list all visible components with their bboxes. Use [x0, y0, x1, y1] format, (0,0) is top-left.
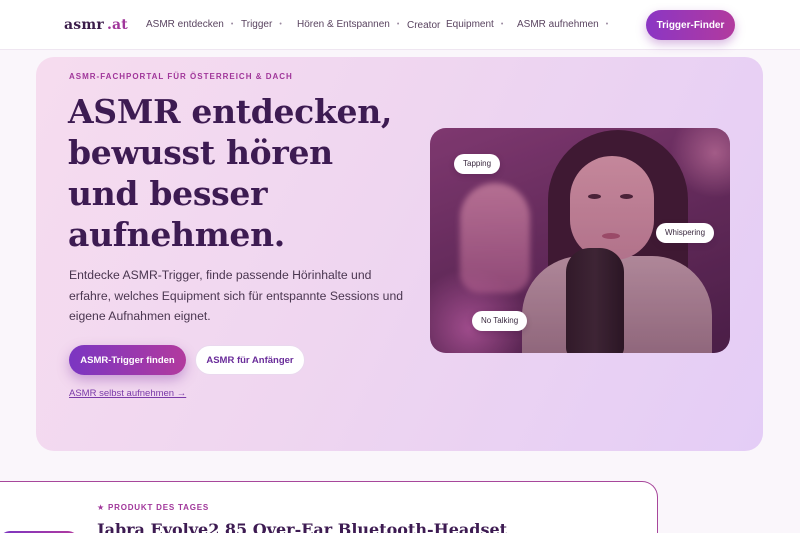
- record-asmr-link[interactable]: ASMR selbst aufnehmen →: [69, 388, 186, 399]
- dropdown-icon: •: [279, 21, 282, 28]
- tag-whispering: Whispering: [656, 223, 715, 243]
- dropdown-icon: •: [500, 21, 504, 28]
- beginners-button[interactable]: ASMR für Anfänger: [195, 345, 305, 375]
- headline-line: und besser: [68, 174, 268, 213]
- nav-label: Trigger: [241, 19, 273, 30]
- product-eyebrow: ★ PRODUKT DES TAGES: [97, 503, 210, 512]
- nav-label: Creator: [407, 20, 441, 31]
- nav-item-equipment[interactable]: Equipment •: [446, 19, 503, 30]
- site-header: asmr .at ASMR entdecken • Trigger • Hören &…: [0, 0, 800, 50]
- find-triggers-button[interactable]: ASMR-Trigger finden: [69, 345, 186, 375]
- hero-intro: Entdecke ASMR-Trigger, finde passende Hö…: [69, 268, 403, 323]
- nav-label: Equipment: [446, 19, 494, 30]
- headline-line: ASMR entdecken,: [68, 92, 393, 131]
- product-of-the-day-card[interactable]: ★ PRODUKT DES TAGES Jabra Evolve2 85 Ove…: [0, 481, 658, 533]
- product-title[interactable]: Jabra Evolve2 85 Over-Ear Bluetooth-Head…: [97, 520, 507, 533]
- nav-item-creator[interactable]: Creator: [407, 20, 440, 31]
- dropdown-icon: •: [396, 21, 400, 28]
- nav-item-hoeren-entspannen[interactable]: Hören & Entspannen •: [297, 19, 399, 30]
- hero-headline: ASMR entdecken, bewusst hören und besser…: [68, 91, 428, 255]
- hero-section: ASMR-FACHPORTAL FÜR ÖSTERREICH & DACH AS…: [36, 57, 763, 451]
- tag-no-talking: No Talking: [472, 311, 528, 331]
- dropdown-icon: •: [230, 21, 234, 28]
- dropdown-icon: •: [605, 21, 609, 28]
- nav-label: ASMR entdecken: [146, 19, 224, 30]
- headline-line: bewusst hören: [68, 133, 333, 172]
- logo-tld: .at: [106, 17, 128, 33]
- trigger-finder-button[interactable]: Trigger-Finder: [646, 10, 735, 40]
- nav-item-asmr-aufnehmen[interactable]: ASMR aufnehmen •: [517, 19, 608, 30]
- hero-eyebrow: ASMR-FACHPORTAL FÜR ÖSTERREICH & DACH: [69, 72, 293, 81]
- nav-item-asmr-entdecken[interactable]: ASMR entdecken •: [146, 19, 233, 30]
- nav-label: Hören & Entspannen: [297, 19, 390, 30]
- nav-item-trigger[interactable]: Trigger •: [241, 19, 282, 30]
- headline-line: aufnehmen.: [68, 215, 285, 254]
- tag-tapping: Tapping: [454, 154, 501, 174]
- nav-label: ASMR aufnehmen: [517, 19, 599, 30]
- site-logo[interactable]: asmr .at: [64, 17, 128, 33]
- logo-main: asmr: [64, 17, 104, 33]
